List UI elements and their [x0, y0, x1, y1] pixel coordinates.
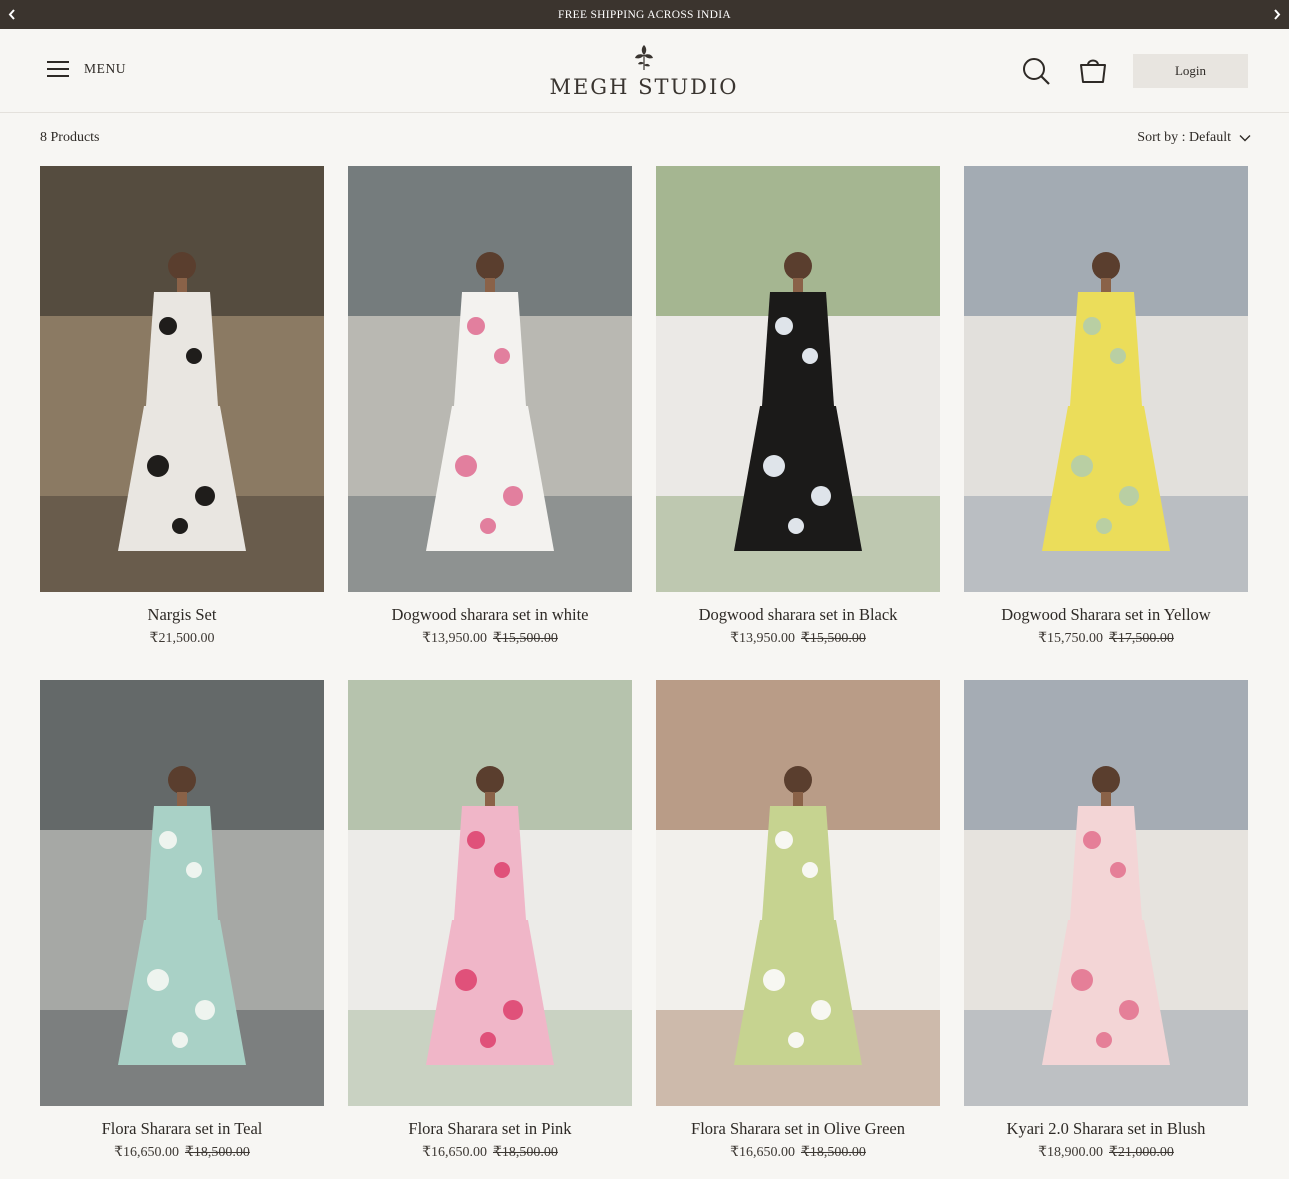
- product-prices: ₹21,500.00: [40, 630, 324, 647]
- search-button[interactable]: [1022, 57, 1050, 85]
- product-prices: ₹16,650.00 ₹18,500.00: [656, 1144, 940, 1161]
- product-card[interactable]: Flora Sharara set in Pink ₹16,650.00 ₹18,…: [348, 680, 632, 1179]
- product-compare-price: ₹17,500.00: [1109, 631, 1174, 646]
- product-compare-price: ₹15,500.00: [801, 631, 866, 646]
- product-photo-icon: [348, 680, 632, 1106]
- announcement-next-button[interactable]: [1265, 0, 1289, 29]
- product-price: ₹16,650.00: [114, 1145, 179, 1160]
- chevron-right-icon: [1274, 9, 1281, 20]
- product-image[interactable]: [656, 680, 940, 1106]
- product-title[interactable]: Flora Sharara set in Olive Green: [656, 1119, 940, 1139]
- product-compare-price: ₹18,500.00: [801, 1145, 866, 1160]
- product-photo-icon: [656, 166, 940, 592]
- product-price: ₹16,650.00: [422, 1145, 487, 1160]
- product-photo-icon: [964, 166, 1248, 592]
- product-count: 8 Products: [40, 130, 100, 145]
- search-icon: [1023, 58, 1050, 85]
- product-prices: ₹15,750.00 ₹17,500.00: [964, 630, 1248, 647]
- product-card[interactable]: Dogwood sharara set in Black ₹13,950.00 ₹…: [656, 166, 940, 680]
- product-price: ₹15,750.00: [1038, 631, 1103, 646]
- product-title[interactable]: Dogwood Sharara set in Yellow: [964, 605, 1248, 625]
- product-prices: ₹13,950.00 ₹15,500.00: [348, 630, 632, 647]
- product-image[interactable]: [964, 680, 1248, 1106]
- product-compare-price: ₹18,500.00: [185, 1145, 250, 1160]
- shopping-bag-icon: [1080, 59, 1106, 83]
- menu-button[interactable]: MENU: [46, 59, 126, 79]
- product-compare-price: ₹15,500.00: [493, 631, 558, 646]
- product-title[interactable]: Flora Sharara set in Pink: [348, 1119, 632, 1139]
- product-grid: Nargis Set ₹21,500.00 Dogwood sharara se…: [40, 166, 1248, 1179]
- product-title[interactable]: Flora Sharara set in Teal: [40, 1119, 324, 1139]
- product-image[interactable]: [40, 166, 324, 592]
- hamburger-icon: [47, 61, 69, 77]
- product-prices: ₹18,900.00 ₹21,000.00: [964, 1144, 1248, 1161]
- product-card[interactable]: Kyari 2.0 Sharara set in Blush ₹18,900.0…: [964, 680, 1248, 1179]
- product-prices: ₹16,650.00 ₹18,500.00: [40, 1144, 324, 1161]
- announcement-text: FREE SHIPPING ACROSS INDIA: [558, 8, 731, 21]
- product-title[interactable]: Kyari 2.0 Sharara set in Blush: [964, 1119, 1248, 1139]
- product-photo-icon: [656, 680, 940, 1106]
- product-title[interactable]: Dogwood sharara set in white: [348, 605, 632, 625]
- logo[interactable]: MEGH STUDIO: [544, 43, 744, 101]
- sort-dropdown[interactable]: Sort by : Default: [1137, 130, 1251, 146]
- flower-logo-icon: [635, 45, 653, 70]
- product-prices: ₹13,950.00 ₹15,500.00: [656, 630, 940, 647]
- product-card[interactable]: Flora Sharara set in Teal ₹16,650.00 ₹18,…: [40, 680, 324, 1179]
- product-photo-icon: [40, 680, 324, 1106]
- product-title[interactable]: Dogwood sharara set in Black: [656, 605, 940, 625]
- product-price: ₹21,500.00: [149, 631, 215, 646]
- product-compare-price: ₹18,500.00: [493, 1145, 558, 1160]
- login-button[interactable]: Login: [1133, 54, 1248, 88]
- product-image[interactable]: [964, 166, 1248, 592]
- product-price: ₹13,950.00: [730, 631, 795, 646]
- product-card[interactable]: Flora Sharara set in Olive Green ₹16,650…: [656, 680, 940, 1179]
- announcement-prev-button[interactable]: [0, 0, 24, 29]
- product-card[interactable]: Dogwood Sharara set in Yellow ₹15,750.00…: [964, 166, 1248, 680]
- announcement-bar: FREE SHIPPING ACROSS INDIA: [0, 0, 1289, 29]
- product-photo-icon: [964, 680, 1248, 1106]
- product-price: ₹13,950.00: [422, 631, 487, 646]
- cart-button[interactable]: [1078, 56, 1108, 84]
- logo-text: MEGH STUDIO: [549, 75, 739, 99]
- menu-label: MENU: [84, 61, 127, 76]
- product-price: ₹18,900.00: [1038, 1145, 1103, 1160]
- chevron-left-icon: [8, 9, 15, 20]
- sort-label: Sort by : Default: [1137, 130, 1231, 145]
- product-price: ₹16,650.00: [730, 1145, 795, 1160]
- product-card[interactable]: Nargis Set ₹21,500.00: [40, 166, 324, 680]
- site-header: MENU MEGH STUDIO Login: [0, 29, 1289, 113]
- product-compare-price: ₹21,000.00: [1109, 1145, 1174, 1160]
- product-image[interactable]: [348, 166, 632, 592]
- product-title[interactable]: Nargis Set: [40, 605, 324, 625]
- product-photo-icon: [348, 166, 632, 592]
- product-image[interactable]: [348, 680, 632, 1106]
- product-card[interactable]: Dogwood sharara set in white ₹13,950.00 ₹…: [348, 166, 632, 680]
- chevron-down-icon: [1239, 135, 1251, 142]
- product-image[interactable]: [656, 166, 940, 592]
- product-prices: ₹16,650.00 ₹18,500.00: [348, 1144, 632, 1161]
- product-image[interactable]: [40, 680, 324, 1106]
- product-photo-icon: [40, 166, 324, 592]
